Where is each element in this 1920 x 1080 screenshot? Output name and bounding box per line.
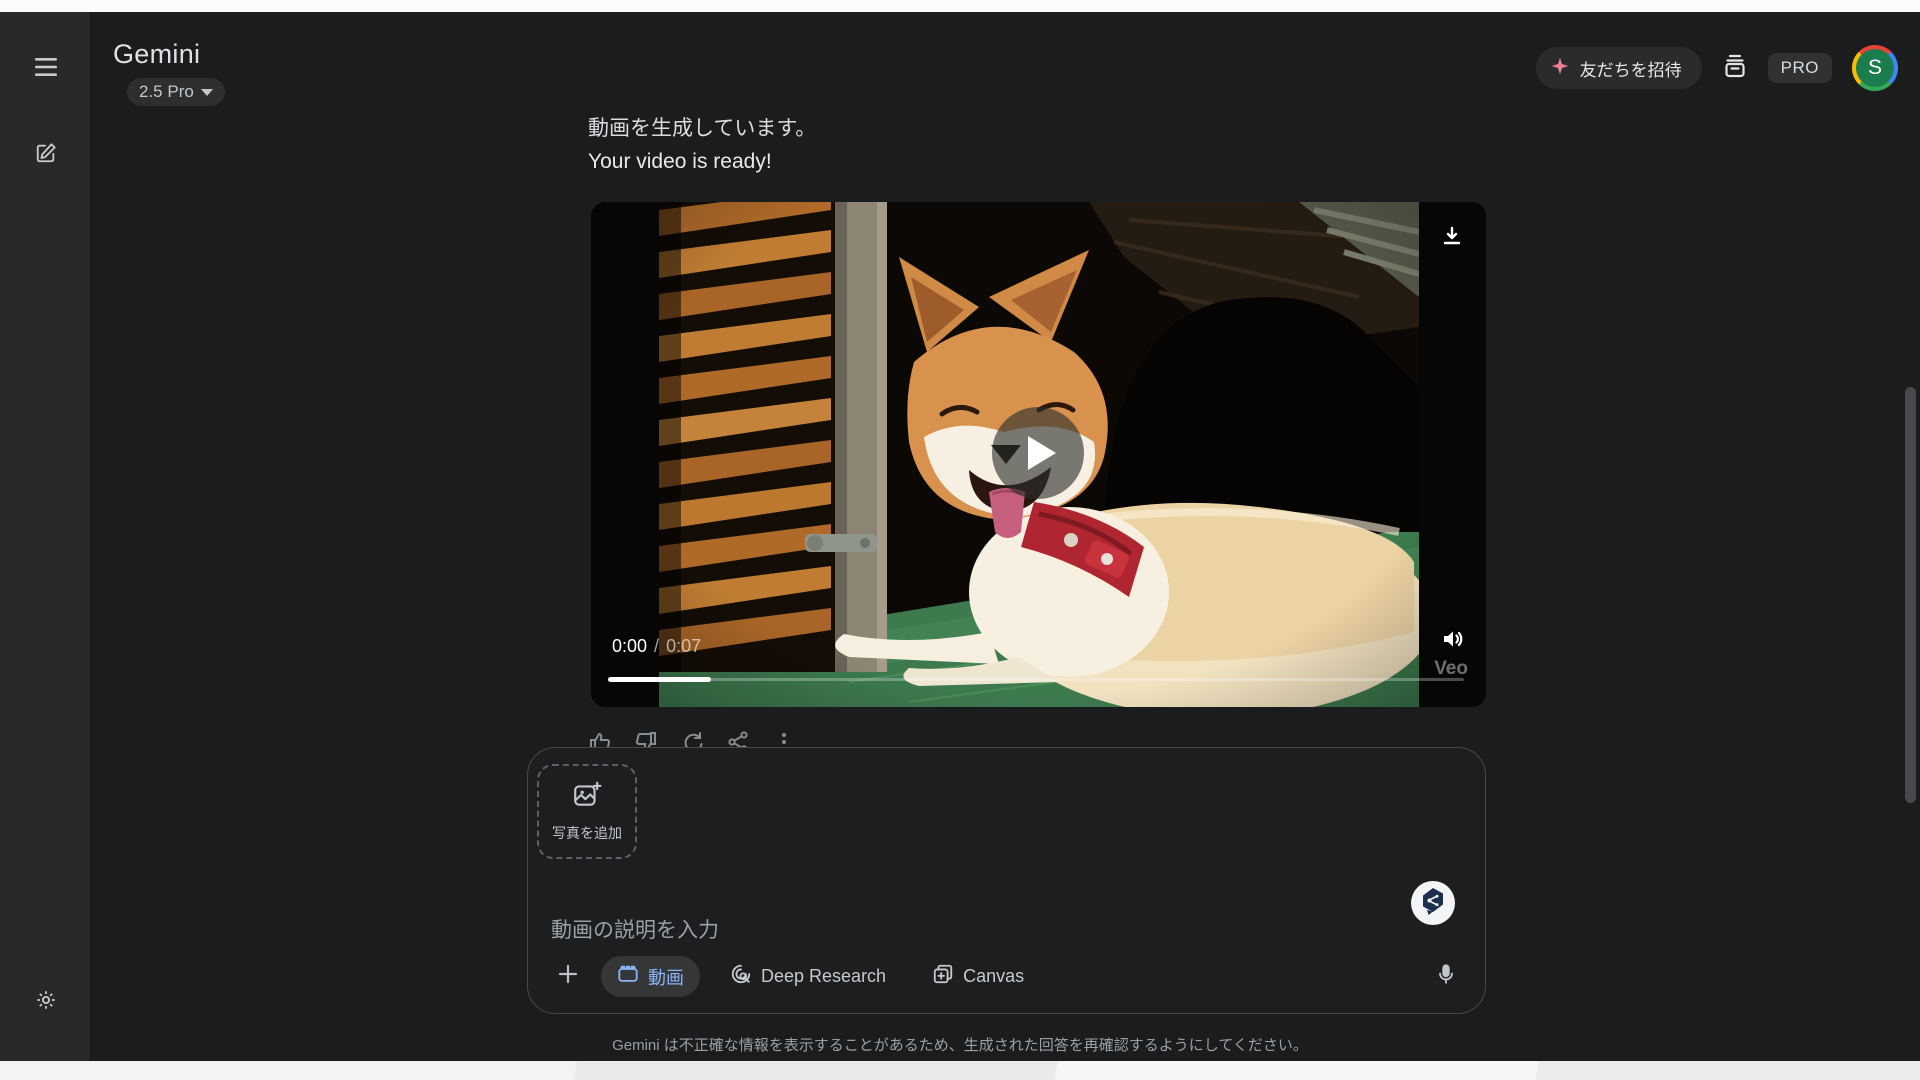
pro-badge: PRO bbox=[1768, 53, 1832, 83]
sparkle-icon bbox=[1550, 56, 1570, 81]
activity-history-button[interactable] bbox=[1722, 53, 1748, 84]
invite-friends-label: 友だちを招待 bbox=[1580, 56, 1682, 81]
play-icon bbox=[1028, 436, 1056, 470]
current-time: 0:00 bbox=[612, 636, 647, 657]
model-selector-label: 2.5 Pro bbox=[139, 82, 194, 102]
tool-chip-video[interactable]: 動画 bbox=[601, 956, 700, 997]
tool-chip-canvas-label: Canvas bbox=[963, 966, 1024, 987]
image-plus-icon bbox=[572, 780, 602, 815]
volume-button[interactable] bbox=[1440, 627, 1464, 656]
stacked-squares-plus-icon bbox=[932, 963, 954, 990]
add-photo-button[interactable]: 写真を追加 bbox=[537, 764, 637, 859]
plus-icon bbox=[556, 962, 580, 991]
film-icon bbox=[617, 963, 639, 990]
microphone-icon bbox=[1435, 962, 1457, 991]
tool-chip-deep-research[interactable]: Deep Research bbox=[714, 956, 902, 997]
model-selector[interactable]: 2.5 Pro bbox=[127, 78, 225, 106]
extension-badge[interactable] bbox=[1411, 881, 1455, 925]
invite-friends-button[interactable]: 友だちを招待 bbox=[1536, 47, 1702, 89]
avatar-initial: S bbox=[1856, 49, 1894, 87]
account-avatar[interactable]: S bbox=[1852, 45, 1898, 91]
magnifier-swirl-icon bbox=[730, 963, 752, 990]
download-video-button[interactable] bbox=[1440, 224, 1464, 253]
pro-badge-label: PRO bbox=[1781, 58, 1819, 78]
archive-box-icon bbox=[1722, 53, 1748, 84]
new-chat-button[interactable] bbox=[24, 131, 68, 175]
progress-track[interactable] bbox=[608, 678, 1464, 681]
add-photo-label: 写真を追加 bbox=[552, 823, 622, 843]
scrollbar-thumb[interactable] bbox=[1905, 387, 1916, 803]
time-separator: / bbox=[654, 636, 659, 657]
progress-fill bbox=[608, 677, 711, 682]
chevron-down-icon bbox=[201, 89, 213, 96]
settings-button[interactable] bbox=[24, 978, 68, 1022]
app-title: Gemini bbox=[113, 39, 200, 70]
download-icon bbox=[1440, 235, 1464, 252]
tool-chip-canvas[interactable]: Canvas bbox=[916, 956, 1040, 997]
disclaimer-text: Gemini は不正確な情報を表示することがあるため、生成された回答を再確認する… bbox=[0, 1034, 1920, 1055]
desktop-top-strip bbox=[0, 0, 1920, 12]
add-attachment-button[interactable] bbox=[548, 957, 588, 997]
pencil-square-icon bbox=[35, 142, 57, 164]
hexagon-chat-logo-icon bbox=[1416, 884, 1450, 923]
prompt-composer: 写真を追加 動画 bbox=[527, 747, 1486, 1014]
mic-button[interactable] bbox=[1425, 956, 1467, 998]
play-button[interactable] bbox=[992, 407, 1084, 499]
screen: Gemini 2.5 Pro 友だちを招待 PRO S bbox=[0, 0, 1920, 1080]
assistant-message-ja: 動画を生成しています。 bbox=[588, 112, 816, 142]
veo-watermark: Veo bbox=[1434, 658, 1468, 680]
sidebar bbox=[0, 12, 91, 1061]
volume-icon bbox=[1440, 638, 1464, 655]
tool-chip-deep-research-label: Deep Research bbox=[761, 966, 886, 987]
hamburger-icon bbox=[35, 58, 57, 76]
prompt-input[interactable] bbox=[551, 914, 1191, 948]
time-display: 0:00 / 0:07 bbox=[612, 636, 701, 657]
tool-chip-video-label: 動画 bbox=[648, 964, 684, 990]
header-actions: 友だちを招待 PRO S bbox=[1536, 38, 1898, 98]
gear-icon bbox=[35, 989, 57, 1011]
composer-toolbar: 動画 Deep Research Canvas bbox=[548, 956, 1467, 997]
menu-button[interactable] bbox=[24, 45, 68, 89]
gemini-app-window: Gemini 2.5 Pro 友だちを招待 PRO S bbox=[0, 12, 1920, 1061]
desktop-bottom-strip bbox=[0, 1061, 1920, 1080]
duration: 0:07 bbox=[666, 636, 701, 657]
video-player[interactable]: 0:00 / 0:07 Veo bbox=[591, 202, 1486, 707]
assistant-message-en: Your video is ready! bbox=[588, 150, 772, 174]
